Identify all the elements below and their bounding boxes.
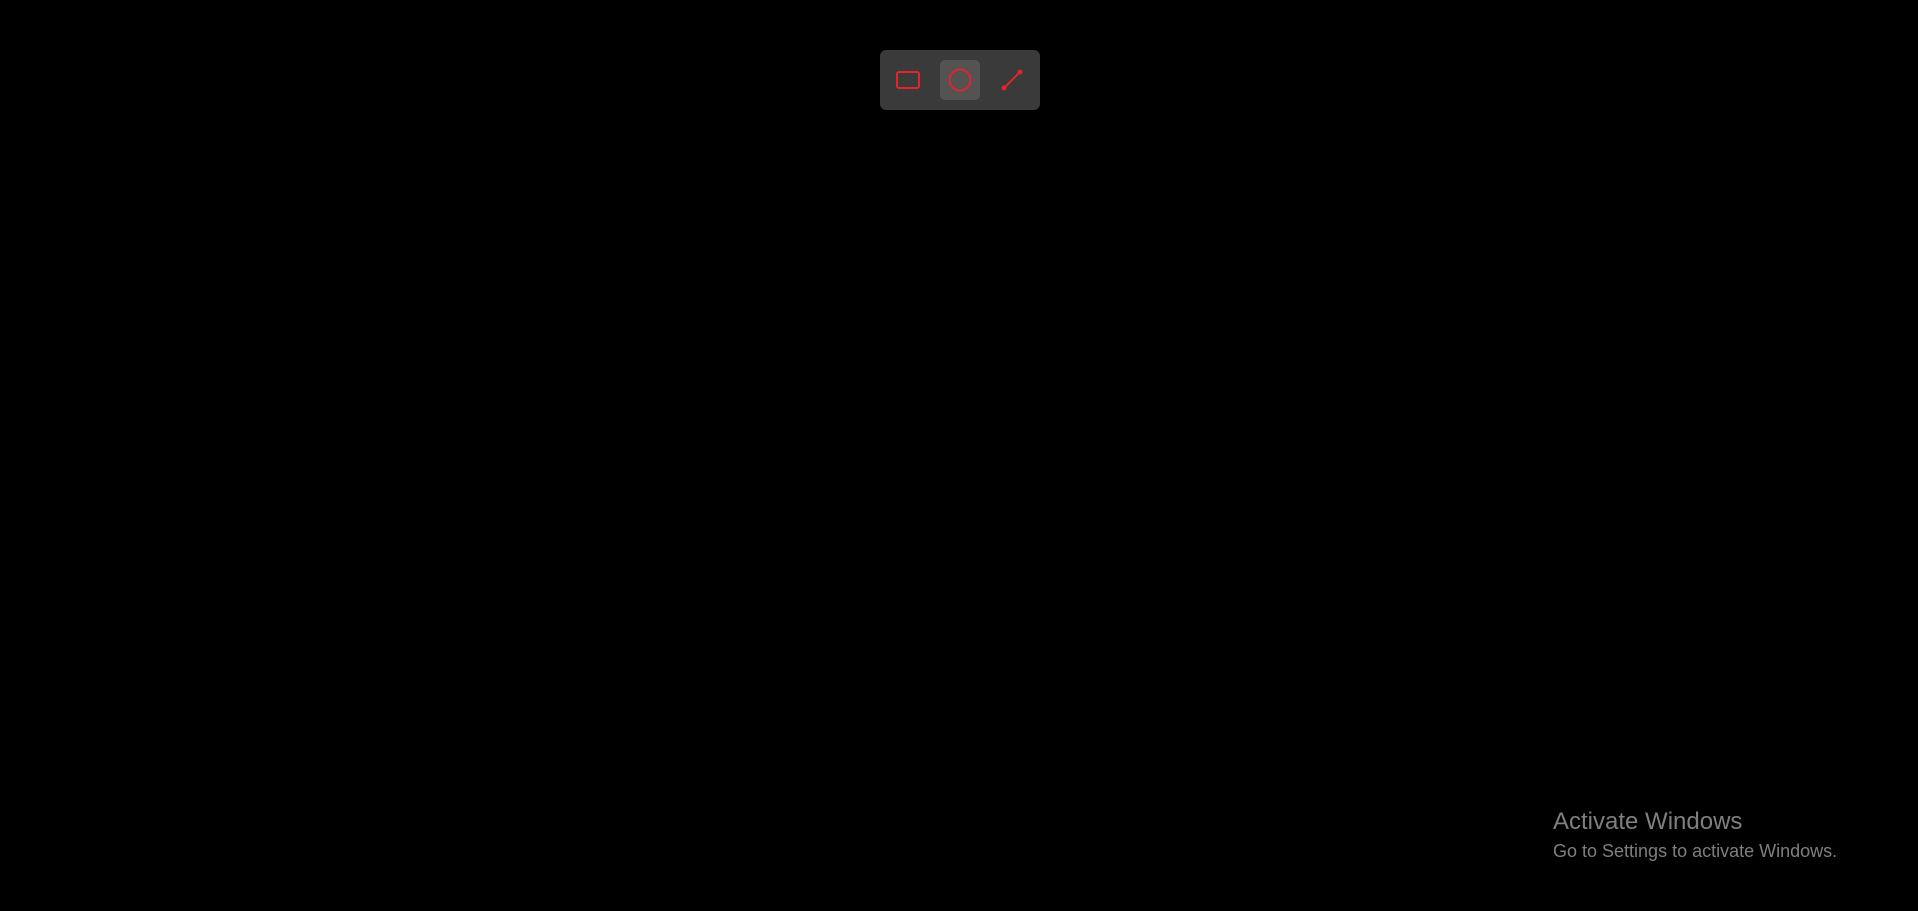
circle-tool-button[interactable] [940, 60, 980, 100]
rectangle-icon [894, 66, 922, 94]
circle-icon [946, 66, 974, 94]
line-icon [998, 66, 1026, 94]
watermark-subtitle: Go to Settings to activate Windows. [1553, 841, 1838, 861]
screen-overlay[interactable]: Activate Windows Go to Settings to activ… [0, 0, 1918, 911]
watermark-title: Activate Windows [1553, 808, 1743, 835]
line-tool-button[interactable] [992, 60, 1032, 100]
rectangle-tool-button[interactable] [888, 60, 928, 100]
activate-windows-watermark: Activate Windows Go to Settings to activ… [1553, 807, 1837, 863]
shape-toolbar [880, 50, 1040, 110]
